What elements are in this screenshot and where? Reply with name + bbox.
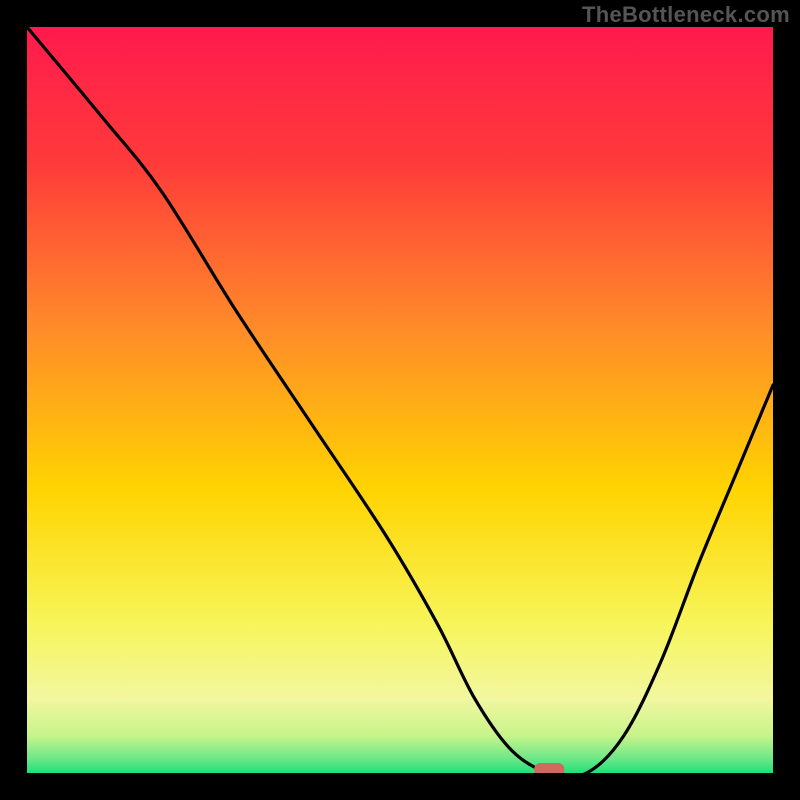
optimal-marker (534, 763, 564, 773)
chart-frame: TheBottleneck.com (0, 0, 800, 800)
chart-svg (27, 27, 773, 773)
watermark-text: TheBottleneck.com (582, 2, 790, 28)
plot-area (27, 27, 773, 773)
